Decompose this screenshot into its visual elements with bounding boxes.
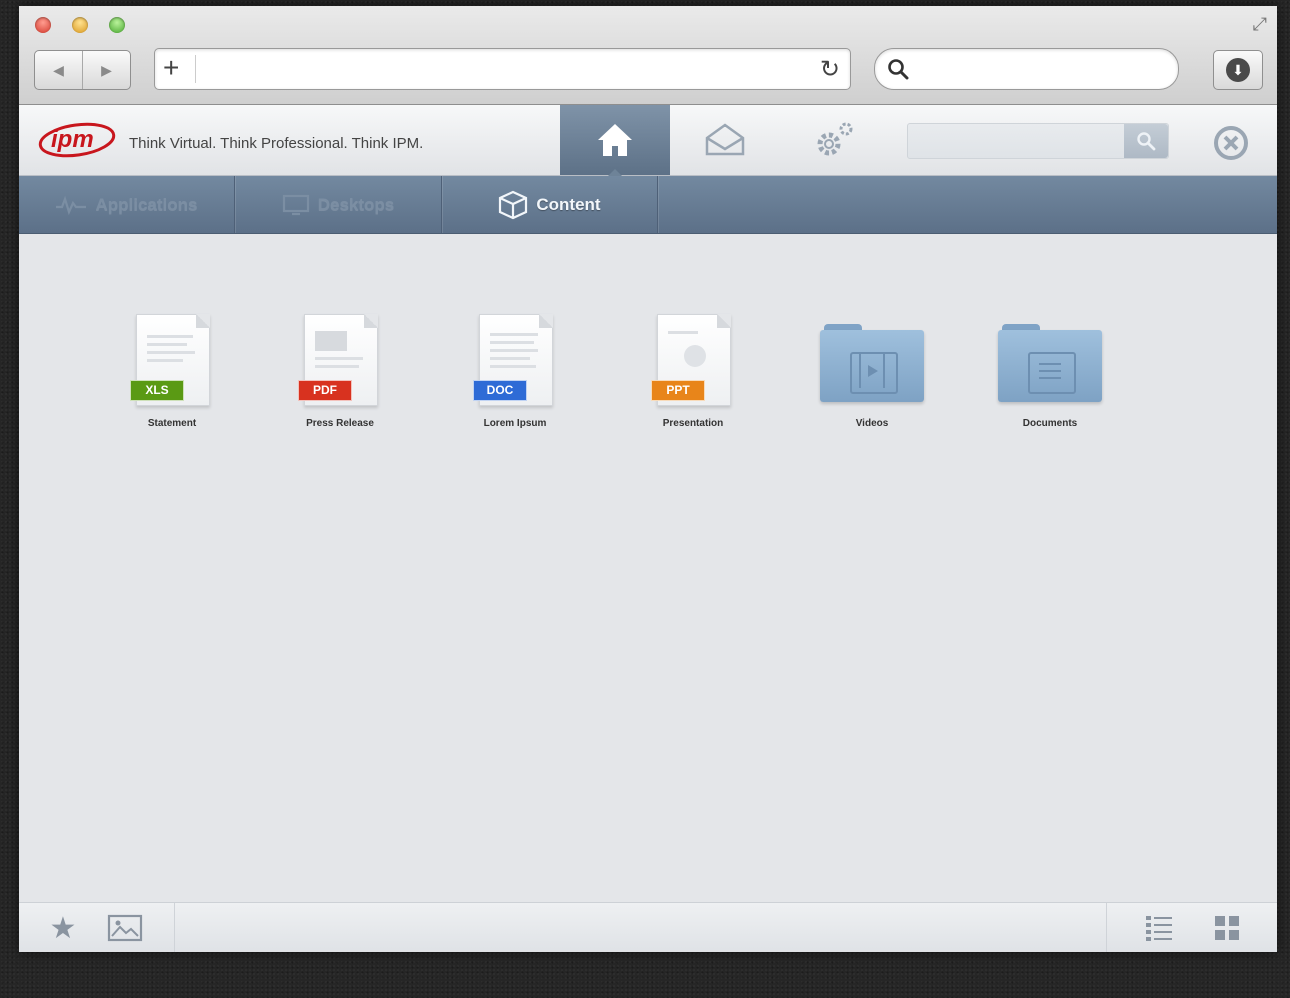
forward-button[interactable]: ▶	[83, 51, 130, 89]
ipm-logo[interactable]: ipm	[37, 119, 117, 159]
tab-content[interactable]: Content	[442, 176, 658, 233]
fullscreen-icon[interactable]: ⤢	[1253, 14, 1267, 35]
documents-folder-icon	[998, 324, 1102, 402]
gears-icon	[817, 122, 853, 156]
home-icon	[598, 124, 632, 156]
file-item-lorem-ipsum[interactable]: DOC Lorem Ipsum	[430, 314, 600, 429]
folder-item-videos[interactable]: Videos	[787, 314, 957, 429]
address-bar[interactable]: + ↻	[154, 48, 851, 90]
file-item-presentation[interactable]: PPT Presentation	[608, 314, 778, 429]
downloads-button[interactable]: ⬇	[1213, 50, 1263, 90]
browser-search-field[interactable]	[874, 48, 1179, 90]
file-label: Statement	[147, 418, 197, 429]
list-view-button[interactable]	[1137, 903, 1181, 952]
reload-icon[interactable]: ↻	[820, 55, 840, 84]
folder-label: Documents	[1022, 418, 1078, 429]
tab-desktops[interactable]: Desktops	[235, 176, 442, 233]
app-header: ipm Think Virtual. Think Professional. T…	[19, 105, 1277, 176]
grid-view-icon	[1215, 916, 1239, 940]
star-icon: ★	[49, 911, 77, 945]
close-icon[interactable]	[1213, 125, 1249, 161]
favorites-button[interactable]: ★	[41, 903, 85, 952]
zoom-window-button[interactable]	[109, 17, 125, 33]
download-icon: ⬇	[1226, 58, 1250, 82]
folder-label: Videos	[855, 418, 889, 429]
file-label: Presentation	[662, 418, 724, 429]
video-folder-icon	[820, 324, 924, 402]
image-view-button[interactable]	[103, 903, 147, 952]
folder-item-documents[interactable]: Documents	[965, 314, 1135, 429]
back-button[interactable]: ◀	[35, 51, 83, 89]
tab-applications[interactable]: Applications	[19, 176, 235, 233]
toolbar-divider	[174, 903, 175, 952]
applications-icon	[56, 195, 87, 215]
close-window-button[interactable]	[35, 17, 51, 33]
file-type-badge: PDF	[298, 380, 352, 401]
grid-view-button[interactable]	[1205, 903, 1249, 952]
tab-content-label: Content	[536, 194, 601, 214]
back-forward-group: ◀ ▶	[34, 50, 131, 90]
app-search-field[interactable]	[907, 123, 1169, 159]
tagline: Think Virtual. Think Professional. Think…	[129, 135, 424, 152]
settings-button[interactable]	[780, 105, 890, 175]
file-item-press-release[interactable]: PDF Press Release	[255, 314, 425, 429]
search-icon	[888, 59, 909, 80]
toolbar-divider	[1106, 903, 1107, 952]
content-grid: XLS Statement PDF Press Release DOC Lore…	[19, 234, 1277, 902]
file-label: Lorem Ipsum	[483, 418, 547, 429]
section-tabs: Applications Desktops Content	[19, 176, 1277, 234]
bottom-toolbar: ★	[19, 902, 1277, 952]
svg-text:ipm: ipm	[51, 126, 94, 153]
image-icon	[107, 914, 143, 942]
file-type-badge: XLS	[130, 380, 184, 401]
list-view-icon	[1146, 916, 1172, 941]
minimize-window-button[interactable]	[72, 17, 88, 33]
tab-desktops-label: Desktops	[317, 194, 395, 214]
file-item-statement[interactable]: XLS Statement	[87, 314, 257, 429]
box-icon	[499, 190, 528, 219]
browser-window: ⤢ ◀ ▶ + ↻ ⬇ ipm Think Virtual. Think Pro…	[19, 6, 1277, 952]
address-divider	[195, 55, 196, 83]
browser-toolbar: ⤢ ◀ ▶ + ↻ ⬇	[19, 6, 1277, 105]
home-button[interactable]	[560, 105, 670, 176]
inbox-icon	[705, 123, 745, 156]
app-search-button[interactable]	[1124, 124, 1168, 158]
file-type-badge: DOC	[473, 380, 527, 401]
inbox-button[interactable]	[670, 105, 780, 175]
search-icon	[1137, 132, 1156, 151]
file-label: Press Release	[306, 418, 374, 429]
tab-applications-label: Applications	[95, 194, 198, 214]
add-bookmark-icon[interactable]: +	[163, 53, 179, 83]
desktop-icon	[282, 194, 309, 215]
file-type-badge: PPT	[651, 380, 705, 401]
